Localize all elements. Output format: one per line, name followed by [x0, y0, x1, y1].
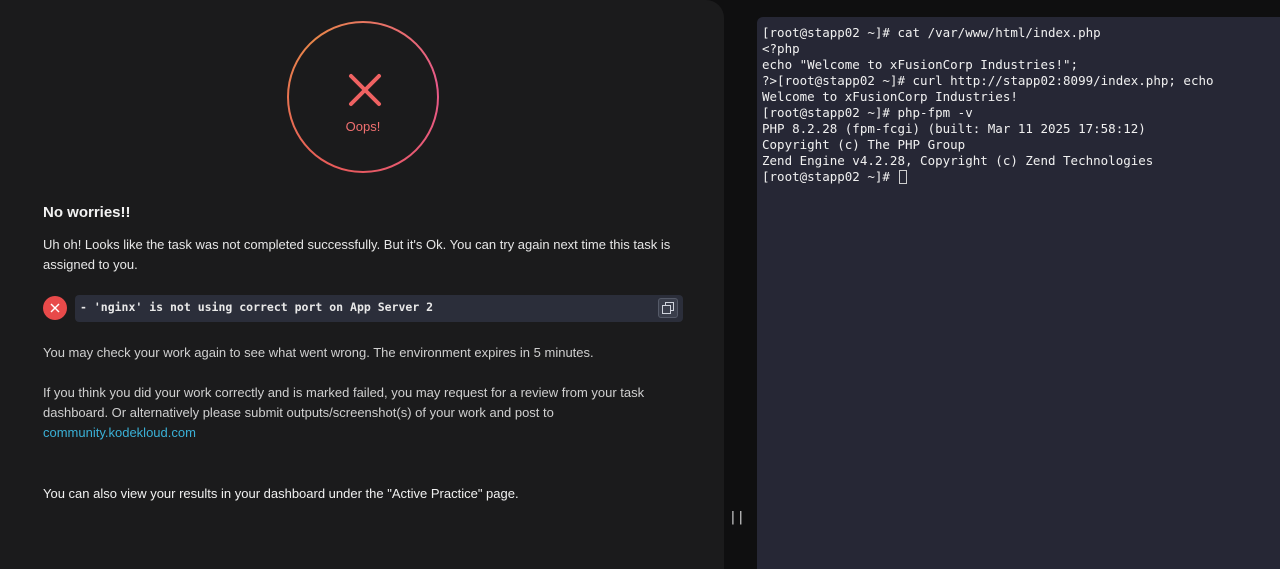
community-link[interactable]: community.kodekloud.com	[43, 425, 196, 440]
panel-resize-handle[interactable]: ||	[729, 510, 745, 528]
error-x-icon	[50, 303, 60, 313]
dashboard-text: You can also view your results in your d…	[43, 486, 519, 501]
error-badge	[43, 296, 67, 320]
copy-icon	[662, 302, 674, 314]
error-code-box: - 'nginx' is not using correct port on A…	[75, 295, 683, 322]
terminal-prompt-line: [root@stapp02 ~]#	[762, 169, 908, 184]
terminal-cursor[interactable]	[899, 170, 908, 184]
cross-icon	[349, 74, 381, 106]
terminal-line: Welcome to xFusionCorp Industries!	[762, 89, 1018, 104]
terminal-prompt: [root@stapp02 ~]#	[762, 169, 898, 184]
terminal[interactable]: [root@stapp02 ~]# cat /var/www/html/inde…	[757, 17, 1280, 569]
task-result-panel: Oops! No worries!! Uh oh! Looks like the…	[0, 0, 724, 569]
review-text: If you think you did your work correctly…	[43, 385, 645, 420]
terminal-line: Zend Engine v4.2.28, Copyright (c) Zend …	[762, 153, 1154, 168]
result-heading: No worries!!	[43, 204, 131, 221]
error-item: - 'nginx' is not using correct port on A…	[43, 295, 683, 322]
status-label: Oops!	[345, 119, 381, 134]
terminal-line: [root@stapp02 ~]# php-fpm -v	[762, 105, 973, 120]
terminal-line: <?php	[762, 41, 800, 56]
error-text: - 'nginx' is not using correct port on A…	[80, 300, 434, 314]
result-status-ring: Oops!	[287, 21, 439, 173]
terminal-line: ?>[root@stapp02 ~]# curl http://stapp02:…	[762, 73, 1214, 88]
terminal-line: Copyright (c) The PHP Group	[762, 137, 966, 152]
review-paragraph: If you think you did your work correctly…	[43, 383, 683, 443]
check-again-text: You may check your work again to see wha…	[43, 345, 594, 360]
result-message: Uh oh! Looks like the task was not compl…	[43, 237, 671, 272]
terminal-line: echo "Welcome to xFusionCorp Industries!…	[762, 57, 1079, 72]
terminal-line: [root@stapp02 ~]# cat /var/www/html/inde…	[762, 25, 1101, 40]
terminal-line: PHP 8.2.28 (fpm-fcgi) (built: Mar 11 202…	[762, 121, 1146, 136]
copy-button[interactable]	[658, 298, 678, 318]
